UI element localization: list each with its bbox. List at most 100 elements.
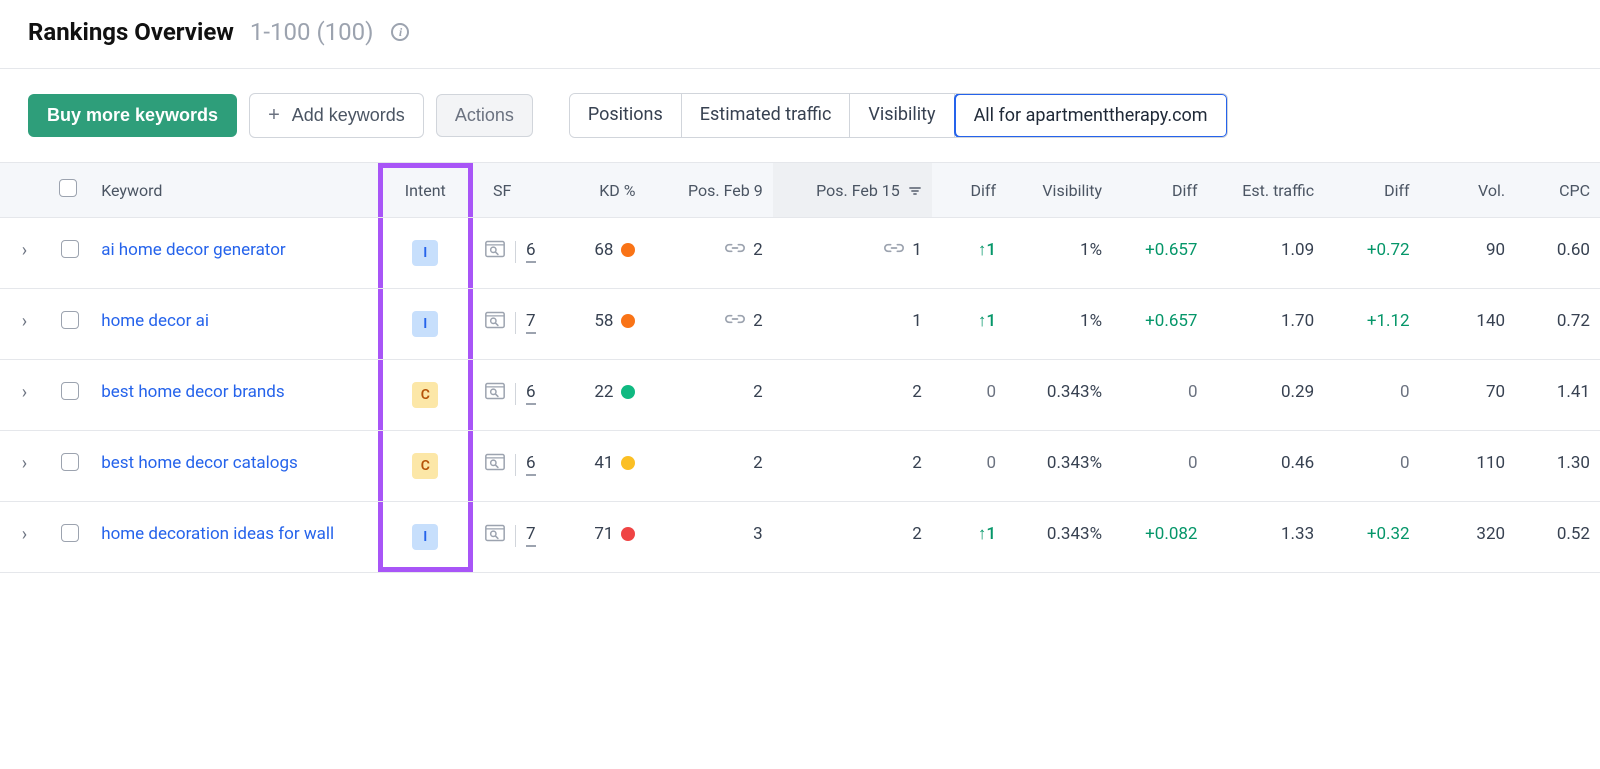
intent-badge[interactable]: I xyxy=(412,240,438,266)
pos1-cell: 2 xyxy=(645,431,772,502)
row-checkbox[interactable] xyxy=(61,382,79,400)
kd-cell: 58 xyxy=(550,289,645,360)
diff-pos-cell: ↑1 xyxy=(932,289,1006,360)
chevron-right-icon[interactable]: › xyxy=(22,524,27,545)
col-pos-feb15[interactable]: Pos. Feb 15 xyxy=(773,162,932,218)
serp-features-icon[interactable] xyxy=(485,240,505,263)
keyword-link[interactable]: home decoration ideas for wall xyxy=(101,524,334,544)
diff-vis-cell: +0.082 xyxy=(1112,502,1207,573)
serp-features-icon[interactable] xyxy=(485,311,505,334)
chevron-right-icon[interactable]: › xyxy=(22,240,27,261)
row-checkbox[interactable] xyxy=(61,240,79,258)
cpc-cell: 0.60 xyxy=(1515,218,1600,289)
col-est-traffic[interactable]: Est. traffic xyxy=(1208,162,1325,218)
keyword-cell: ai home decor generator xyxy=(91,218,377,289)
col-pos-feb9[interactable]: Pos. Feb 9 xyxy=(645,162,772,218)
col-intent[interactable]: Intent xyxy=(378,162,473,218)
diff-pos-cell: ↑1 xyxy=(932,218,1006,289)
kd-value: 41 xyxy=(594,453,613,473)
col-keyword[interactable]: Keyword xyxy=(91,162,377,218)
intent-badge[interactable]: C xyxy=(412,382,438,408)
actions-button[interactable]: Actions xyxy=(436,94,533,137)
intent-badge[interactable]: C xyxy=(412,453,438,479)
visibility-cell: 0.343% xyxy=(1006,502,1112,573)
visibility-cell: 1% xyxy=(1006,218,1112,289)
sf-count[interactable]: 7 xyxy=(526,311,536,334)
pos2-cell: 2 xyxy=(773,431,932,502)
view-tabs: Positions Estimated traffic Visibility A… xyxy=(569,93,1228,138)
row-checkbox[interactable] xyxy=(61,453,79,471)
kd-cell: 71 xyxy=(550,502,645,573)
tab-all-for-domain[interactable]: All for apartmenttherapy.com xyxy=(954,93,1228,138)
checkbox-cell xyxy=(49,431,91,502)
intent-badge[interactable]: I xyxy=(412,311,438,337)
sort-asc-icon xyxy=(904,181,922,200)
tab-visibility[interactable]: Visibility xyxy=(850,94,954,137)
chevron-right-icon[interactable]: › xyxy=(22,453,27,474)
pos1-value: 2 xyxy=(753,382,763,402)
keyword-link[interactable]: home decor ai xyxy=(101,311,209,331)
rankings-table: Keyword Intent SF KD % Pos. Feb 9 Pos. F… xyxy=(0,162,1600,573)
table-row: › best home decor brands C 6 22 2 2 0 0.… xyxy=(0,360,1600,431)
intent-cell: I xyxy=(378,218,473,289)
separator xyxy=(515,241,516,263)
serp-features-icon[interactable] xyxy=(485,382,505,405)
pos1-value: 2 xyxy=(753,240,763,260)
chevron-right-icon[interactable]: › xyxy=(22,382,27,403)
pos1-cell: 2 xyxy=(645,360,772,431)
est-traffic-cell: 0.29 xyxy=(1208,360,1325,431)
chevron-right-icon[interactable]: › xyxy=(22,311,27,332)
diff-vis-value: 0 xyxy=(1188,382,1198,402)
kd-cell: 41 xyxy=(550,431,645,502)
row-checkbox[interactable] xyxy=(61,311,79,329)
sf-count[interactable]: 6 xyxy=(526,382,536,405)
keyword-cell: home decoration ideas for wall xyxy=(91,502,377,573)
serp-features-icon[interactable] xyxy=(485,524,505,547)
col-diff-vis[interactable]: Diff xyxy=(1112,162,1207,218)
sf-count[interactable]: 7 xyxy=(526,524,536,547)
link-icon xyxy=(725,311,745,331)
tab-estimated-traffic[interactable]: Estimated traffic xyxy=(682,94,851,137)
pos2-cell: 1 xyxy=(773,289,932,360)
keyword-link[interactable]: best home decor brands xyxy=(101,382,284,402)
diff-pos-value: ↑1 xyxy=(978,524,996,544)
table-row: › best home decor catalogs C 6 41 2 2 0 … xyxy=(0,431,1600,502)
col-diff-pos[interactable]: Diff xyxy=(932,162,1006,218)
serp-features-icon[interactable] xyxy=(485,453,505,476)
toolbar: Buy more keywords + Add keywords Actions… xyxy=(0,69,1600,162)
tab-positions[interactable]: Positions xyxy=(570,94,682,137)
buy-keywords-button[interactable]: Buy more keywords xyxy=(28,94,237,137)
pos2-value: 1 xyxy=(912,240,922,260)
keyword-link[interactable]: ai home decor generator xyxy=(101,240,285,260)
col-kd[interactable]: KD % xyxy=(550,162,645,218)
sf-count[interactable]: 6 xyxy=(526,453,536,476)
col-vol[interactable]: Vol. xyxy=(1420,162,1515,218)
vol-cell: 110 xyxy=(1420,431,1515,502)
col-checkbox xyxy=(49,162,91,218)
intent-badge[interactable]: I xyxy=(412,524,438,550)
add-keywords-label: Add keywords xyxy=(292,105,405,126)
keyword-link[interactable]: best home decor catalogs xyxy=(101,453,298,473)
diff-est-cell: 0 xyxy=(1324,360,1419,431)
kd-difficulty-dot xyxy=(621,456,635,470)
pos1-cell: 2 xyxy=(645,289,772,360)
intent-cell: C xyxy=(378,360,473,431)
vol-cell: 70 xyxy=(1420,360,1515,431)
pos2-cell: 1 xyxy=(773,218,932,289)
separator xyxy=(515,383,516,405)
row-checkbox[interactable] xyxy=(61,524,79,542)
col-cpc[interactable]: CPC xyxy=(1515,162,1600,218)
intent-cell: I xyxy=(378,502,473,573)
expand-cell: › xyxy=(0,502,49,573)
diff-pos-value: ↑1 xyxy=(978,240,996,260)
col-diff-est[interactable]: Diff xyxy=(1324,162,1419,218)
col-visibility[interactable]: Visibility xyxy=(1006,162,1112,218)
expand-cell: › xyxy=(0,360,49,431)
add-keywords-button[interactable]: + Add keywords xyxy=(249,93,424,138)
col-sf[interactable]: SF xyxy=(473,162,550,218)
page-title: Rankings Overview xyxy=(28,18,234,46)
kd-value: 58 xyxy=(594,311,613,331)
select-all-checkbox[interactable] xyxy=(59,179,77,197)
sf-count[interactable]: 6 xyxy=(526,240,536,263)
info-icon[interactable]: i xyxy=(391,23,409,41)
